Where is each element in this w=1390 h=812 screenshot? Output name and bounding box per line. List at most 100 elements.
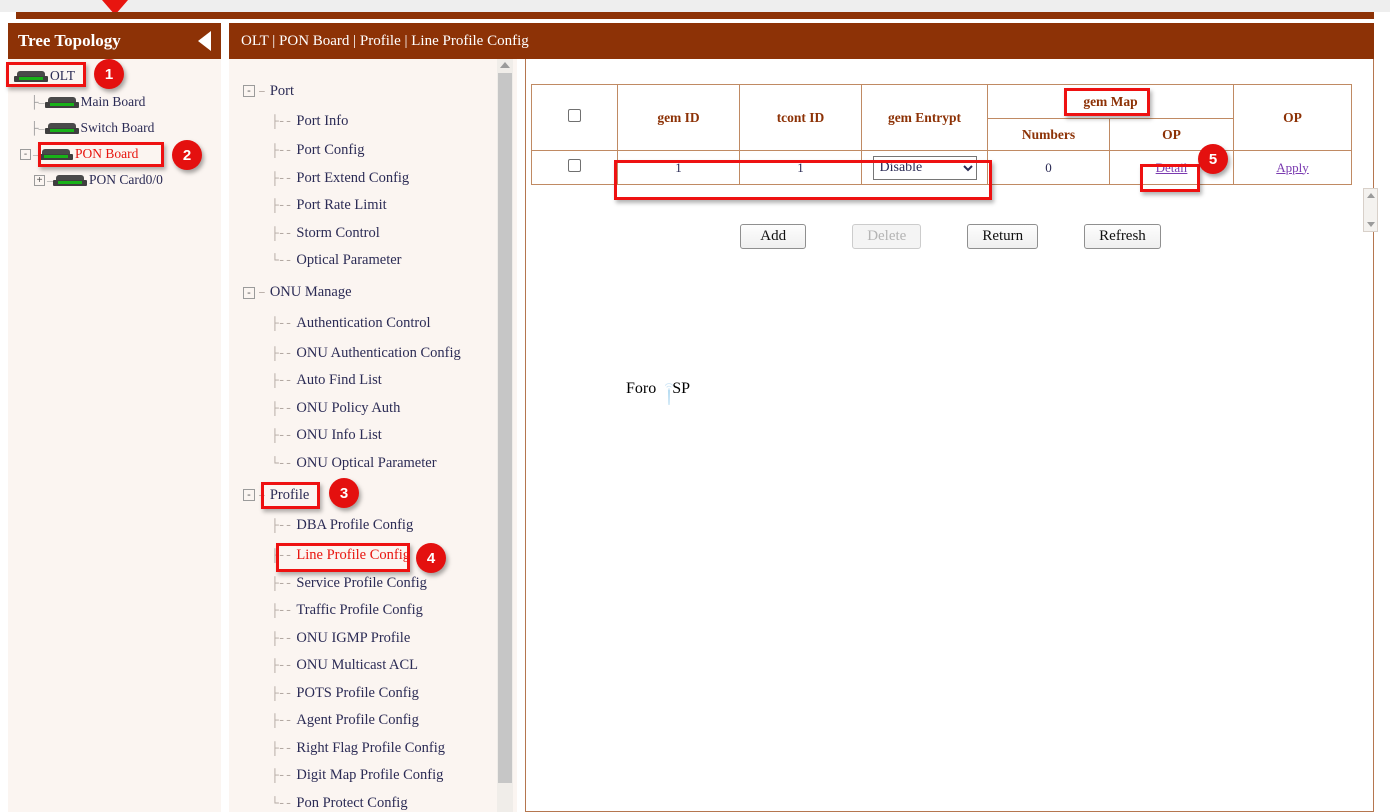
nav-item-onu-optical-parameter[interactable]: └-- ONU Optical Parameter [229,450,517,478]
tree-branch-glyph: ├-- [271,114,291,129]
nav-item-label: ONU Info List [296,427,381,444]
nav-item-label: Port Rate Limit [296,197,386,214]
nav-item-onu-igmp-profile[interactable]: ├-- ONU IGMP Profile [229,625,517,653]
step-badge-3: 3 [329,478,359,508]
tree-node-main-board[interactable]: ├– Main Board [8,89,221,115]
tree-collapse-toggle[interactable]: - [20,149,31,160]
tree-branch-glyph: ├-- [271,373,291,388]
nav-item-auto-find-list[interactable]: ├-- Auto Find List [229,367,517,395]
nav-item-port-rate-limit[interactable]: ├-- Port Rate Limit [229,192,517,220]
nav-item-label: Pon Protect Config [296,795,407,812]
top-gray-strip [0,0,1390,12]
tree-expand-toggle[interactable]: + [34,175,45,186]
nav-item-port-info[interactable]: ├-- Port Info [229,105,517,137]
tree-branch-glyph: ├-- [271,686,291,701]
nav-panel-scrollbar[interactable] [497,59,513,812]
refresh-button[interactable]: Refresh [1084,224,1161,249]
highlight-gem-map-header [1064,88,1150,116]
navigation-panel: - – Port ├-- Port Info ├-- Port Config ├… [229,59,517,812]
nav-item-onu-info-list[interactable]: ├-- ONU Info List [229,422,517,450]
nav-item-label: DBA Profile Config [296,517,413,534]
nav-group-port[interactable]: - – Port [229,77,517,105]
tree-branch-glyph: ├-- [271,428,291,443]
breadcrumb-bar: OLT | PON Board | Profile | Line Profile… [229,23,1374,59]
add-button[interactable]: Add [740,224,806,249]
nav-item-optical-parameter[interactable]: └-- Optical Parameter [229,247,517,275]
nav-item-label: Port Config [296,142,364,159]
highlight-pon-board [38,142,164,167]
nav-item-storm-control[interactable]: ├-- Storm Control [229,220,517,248]
header-op: OP [1234,85,1352,151]
nav-item-label: ONU Optical Parameter [296,455,436,472]
tree-node-pon-card-0-0[interactable]: + – PON Card0/0 [8,167,221,193]
nav-item-port-extend-config[interactable]: ├-- Port Extend Config [229,165,517,193]
nav-item-label: POTS Profile Config [296,685,418,702]
nav-item-right-flag-profile-config[interactable]: ├-- Right Flag Profile Config [229,735,517,763]
highlight-olt [6,62,86,87]
tree-branch-glyph: ├-- [271,768,291,783]
nav-item-onu-policy-auth[interactable]: ├-- ONU Policy Auth [229,395,517,423]
highlight-line-profile-config [276,543,410,572]
header-gem-id: gem ID [618,85,740,151]
row-select-cell [532,151,618,185]
tree-branch-glyph: – [258,84,265,99]
device-icon [45,123,79,134]
tree-branch-glyph: – [258,285,265,300]
tree-branch-glyph: ├-- [271,346,291,361]
nav-item-label: Right Flag Profile Config [296,740,445,757]
tree-branch-glyph: ├-- [271,198,291,213]
tree-branch-glyph: └-- [271,456,291,471]
nav-group-onu-manage[interactable]: - – ONU Manage [229,279,517,307]
nav-item-service-profile-config[interactable]: ├-- Service Profile Config [229,570,517,598]
nav-group-toggle[interactable]: - [243,489,255,501]
nav-item-traffic-profile-config[interactable]: ├-- Traffic Profile Config [229,597,517,625]
foroisp-watermark: Foro SP [626,380,690,398]
nav-item-port-config[interactable]: ├-- Port Config [229,137,517,165]
tree-topology-header: Tree Topology [8,23,221,59]
tree-branch-glyph: ├– [30,95,45,110]
nav-item-onu-multicast-acl[interactable]: ├-- ONU Multicast ACL [229,652,517,680]
header-tcont-id: tcont ID [740,85,862,151]
tree-branch-glyph: ├-- [271,713,291,728]
nav-item-label: Agent Profile Config [296,712,418,729]
nav-item-label: Storm Control [296,225,379,242]
nav-item-agent-profile-config[interactable]: ├-- Agent Profile Config [229,707,517,735]
tree-branch-glyph: └-- [271,796,291,811]
nav-group-label: Port [270,83,294,100]
tree-branch-glyph: ├-- [271,631,291,646]
nav-item-dba-profile-config[interactable]: ├-- DBA Profile Config [229,509,517,542]
scrollbar-thumb[interactable] [498,73,512,783]
step-badge-1: 1 [94,59,124,89]
nav-item-pon-protect-config[interactable]: └-- Pon Protect Config [229,790,517,812]
tree-branch-glyph: ├-- [271,171,291,186]
nav-group-toggle[interactable]: - [243,287,255,299]
return-button[interactable]: Return [967,224,1038,249]
nav-item-onu-authentication-config[interactable]: ├-- ONU Authentication Config [229,340,517,368]
device-icon [45,97,79,108]
scroll-up-arrow-icon[interactable] [500,62,510,68]
action-button-row: Add Delete Return Refresh [526,224,1375,249]
header-gem-entrypt: gem Entrypt [862,85,988,151]
nav-item-digit-map-profile-config[interactable]: ├-- Digit Map Profile Config [229,762,517,790]
tree-branch-glyph: ├-- [271,226,291,241]
caret-left-icon[interactable] [198,31,211,51]
nav-item-label: Port Info [296,113,348,130]
highlight-profile [261,482,320,509]
select-all-checkbox[interactable] [568,109,581,122]
nav-item-label: Optical Parameter [296,252,401,269]
nav-group-toggle[interactable]: - [243,85,255,97]
top-accent-bar [16,12,1374,19]
tree-topology-body: OLT ├– Main Board ├– Switch Board - – PO… [8,59,221,812]
tree-node-switch-board[interactable]: ├– Switch Board [8,115,221,141]
highlight-row-fields [614,160,992,200]
tree-branch-glyph: ├-- [271,316,291,331]
tree-node-label: Main Board [81,94,146,110]
nav-item-authentication-control[interactable]: ├-- Authentication Control [229,307,517,340]
row-checkbox[interactable] [568,159,581,172]
antenna-tower-icon [652,380,686,406]
apply-link[interactable]: Apply [1276,160,1309,175]
scroll-up-arrow-icon[interactable] [1367,193,1375,198]
tree-branch-glyph: └-- [271,253,291,268]
tree-branch-glyph: ├-- [271,603,291,618]
nav-item-pots-profile-config[interactable]: ├-- POTS Profile Config [229,680,517,708]
